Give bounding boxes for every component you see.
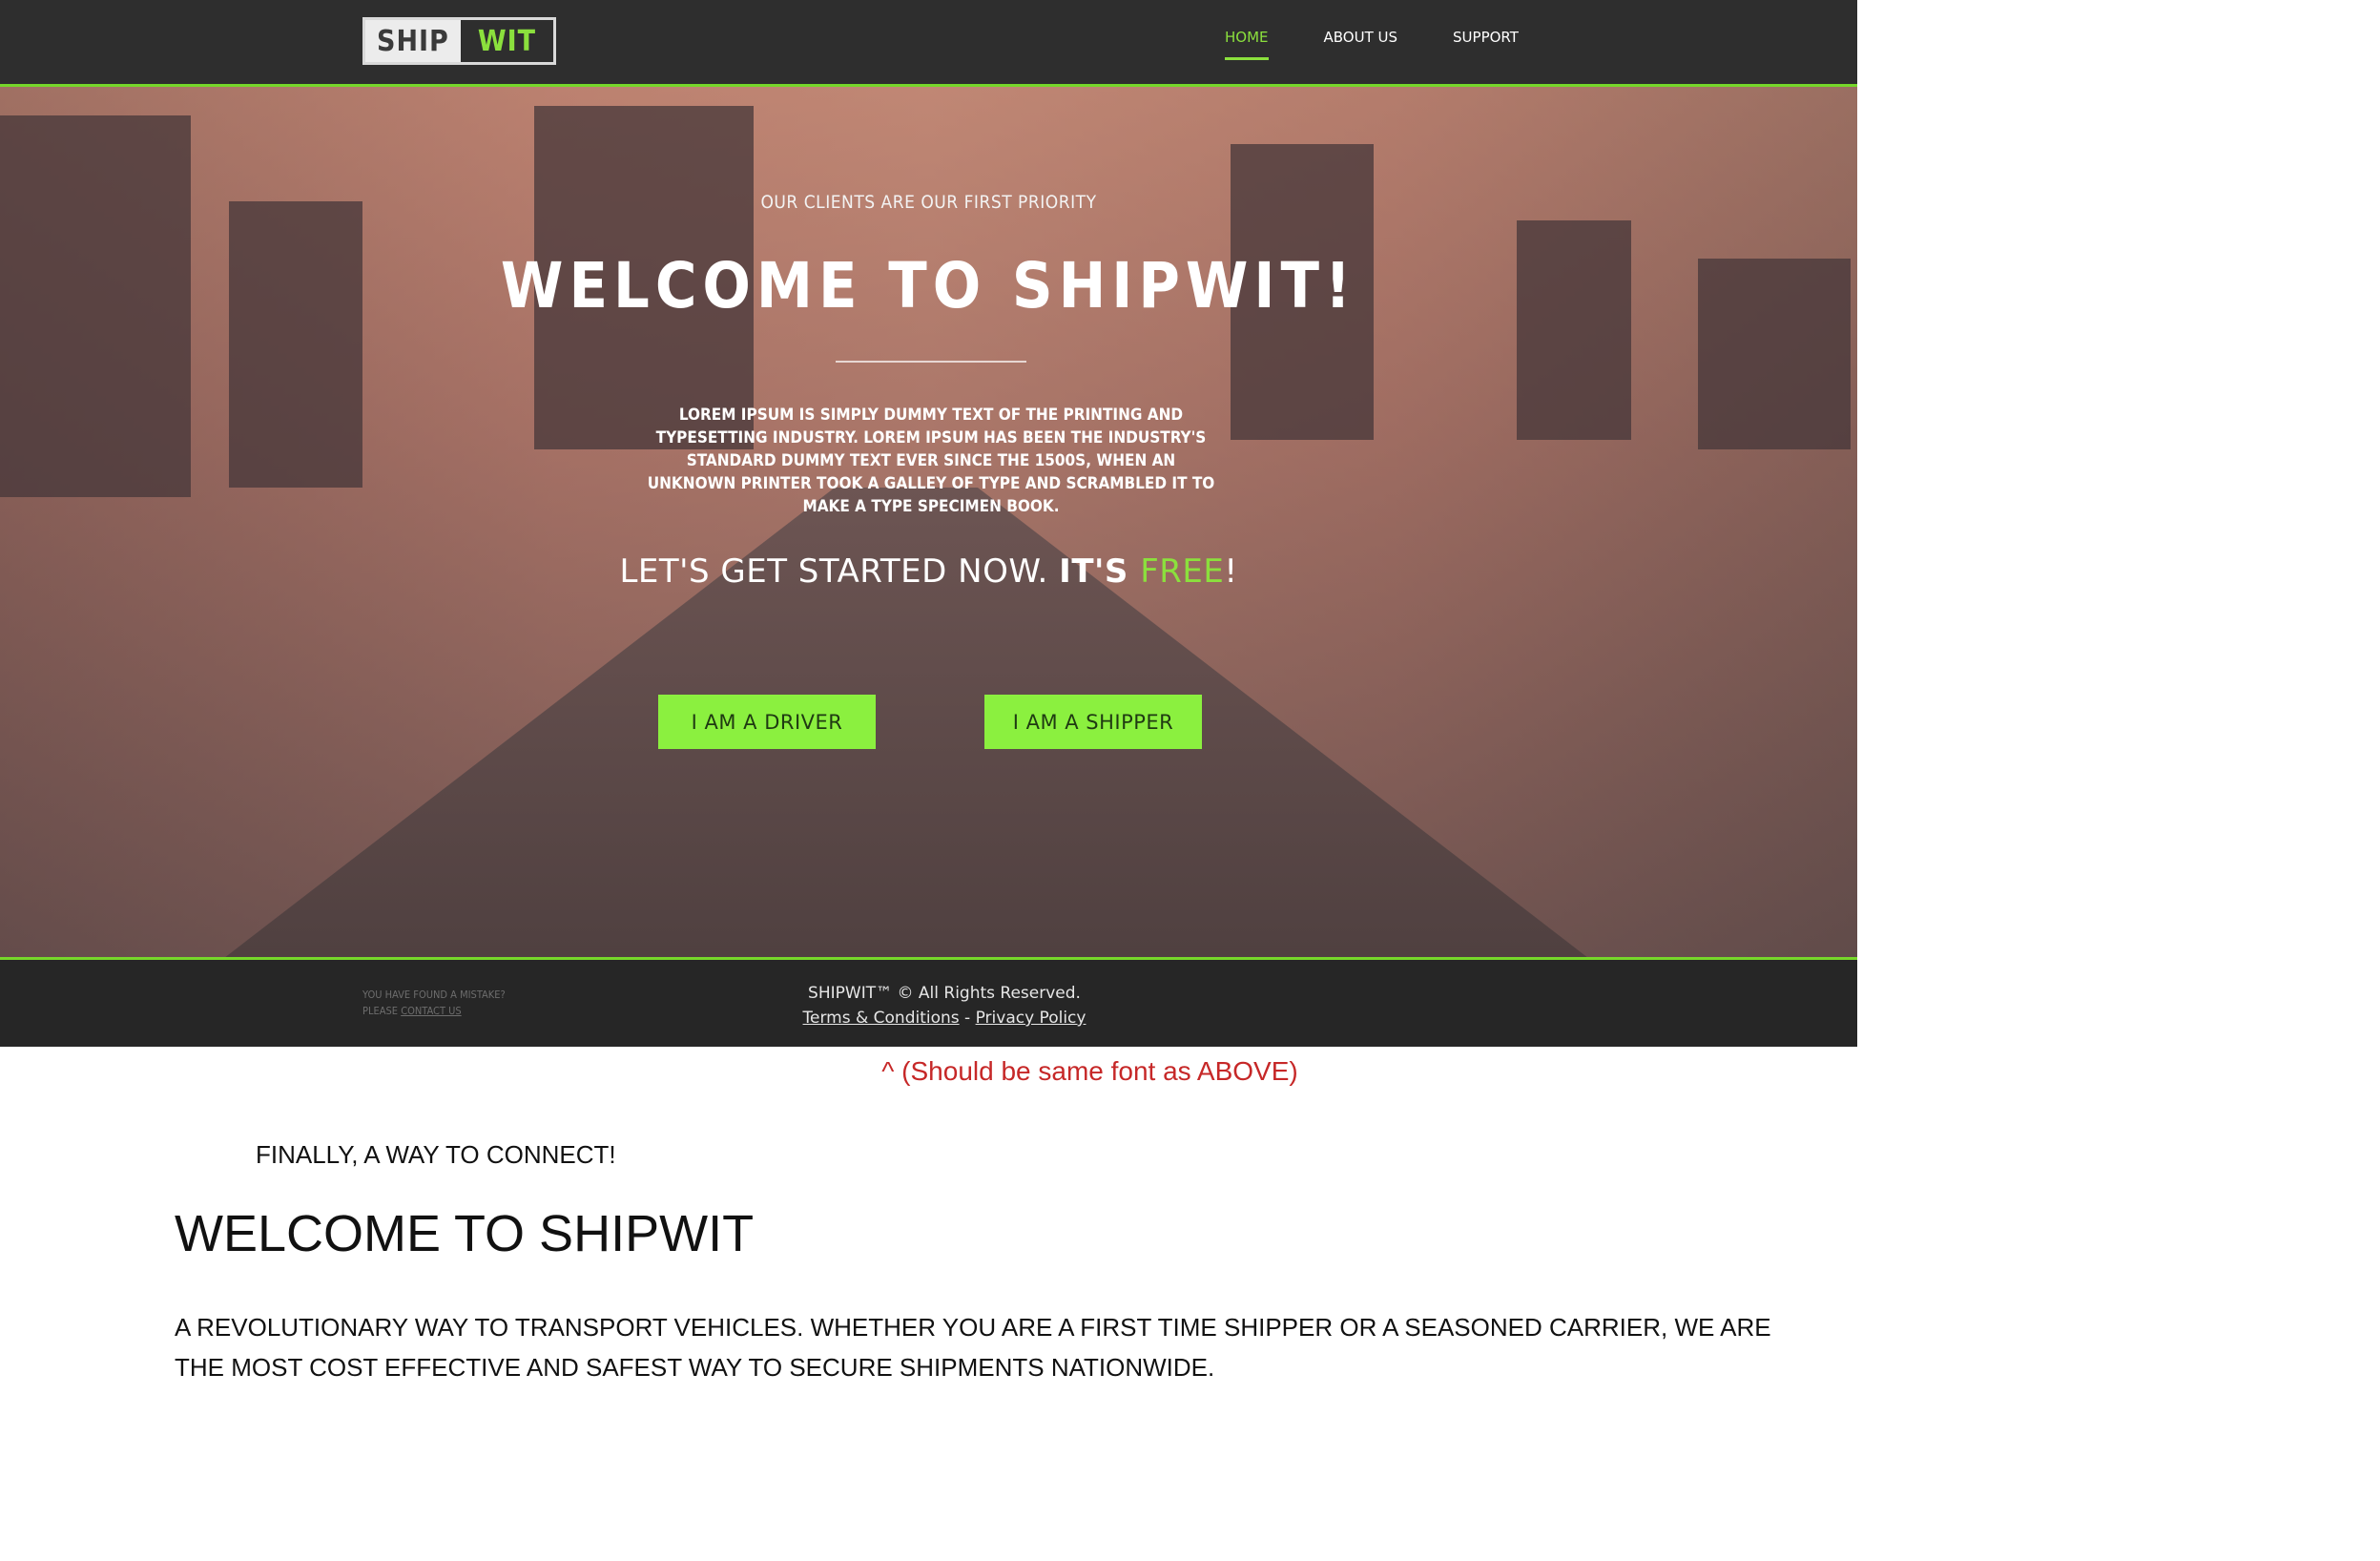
- nav-home[interactable]: HOME: [1225, 29, 1269, 60]
- hero-divider: [836, 361, 1026, 363]
- cta-free-text: FREE: [1140, 552, 1225, 591]
- hero-subtitle: OUR CLIENTS ARE OUR FIRST PRIORITY: [760, 192, 1097, 213]
- website-mockup: SHIP WIT HOME ABOUT US SUPPORT OUR CLIEN…: [0, 0, 1857, 1047]
- footer-mistake-notice: YOU HAVE FOUND A MISTAKE? PLEASE CONTACT…: [362, 987, 506, 1019]
- revolution-paragraph: A REVOLUTIONARY WAY TO TRANSPORT VEHICLE…: [175, 1313, 1771, 1382]
- footer-please-text: PLEASE: [362, 1005, 402, 1017]
- site-header: SHIP WIT HOME ABOUT US SUPPORT: [0, 0, 1857, 87]
- hero-section: OUR CLIENTS ARE OUR FIRST PRIORITY WELCO…: [0, 87, 1857, 957]
- main-nav: HOME ABOUT US SUPPORT: [1225, 29, 1574, 60]
- footer-separator: -: [959, 1009, 976, 1028]
- contact-us-link[interactable]: CONTACT US: [401, 1005, 462, 1017]
- site-footer: YOU HAVE FOUND A MISTAKE? PLEASE CONTACT…: [0, 957, 1857, 1047]
- nav-support[interactable]: SUPPORT: [1453, 29, 1519, 60]
- shipper-button[interactable]: I AM A SHIPPER: [984, 695, 1202, 749]
- footer-copyright: SHIPWIT™ © All Rights Reserved.: [808, 984, 1081, 1003]
- logo-ship-text: SHIP: [365, 20, 461, 62]
- logo-wit-text: WIT: [477, 25, 537, 58]
- terms-link[interactable]: Terms & Conditions: [803, 1009, 960, 1028]
- footer-mistake-line: YOU HAVE FOUND A MISTAKE?: [362, 989, 506, 1001]
- privacy-link[interactable]: Privacy Policy: [976, 1009, 1087, 1028]
- font-annotation-note: ^ (Should be same font as ABOVE): [881, 1056, 1298, 1086]
- cta-exclamation: !: [1224, 552, 1238, 591]
- background-building: [229, 201, 362, 488]
- driver-button[interactable]: I AM A DRIVER: [658, 695, 876, 749]
- footer-links: Terms & Conditions - Privacy Policy: [725, 1006, 1164, 1030]
- cta-its-text: IT'S: [1059, 552, 1141, 591]
- finally-heading: FINALLY, A WAY TO CONNECT!: [256, 1140, 616, 1169]
- hero-cta-heading: LET'S GET STARTED NOW. IT'S FREE!: [0, 552, 1857, 591]
- hero-body-text: LOREM IPSUM IS SIMPLY DUMMY TEXT OF THE …: [647, 406, 1215, 516]
- footer-legal: SHIPWIT™ © All Rights Reserved. Terms & …: [725, 981, 1164, 1030]
- nav-about-us[interactable]: ABOUT US: [1324, 29, 1398, 60]
- hero-title: WELCOME TO SHIPWIT!: [500, 249, 1357, 323]
- cta-text: LET'S GET STARTED NOW.: [619, 552, 1060, 591]
- footer-contact-line: PLEASE CONTACT US: [362, 1003, 506, 1019]
- welcome-heading: WELCOME TO SHIPWIT: [175, 1205, 755, 1262]
- logo[interactable]: SHIP WIT: [362, 17, 557, 65]
